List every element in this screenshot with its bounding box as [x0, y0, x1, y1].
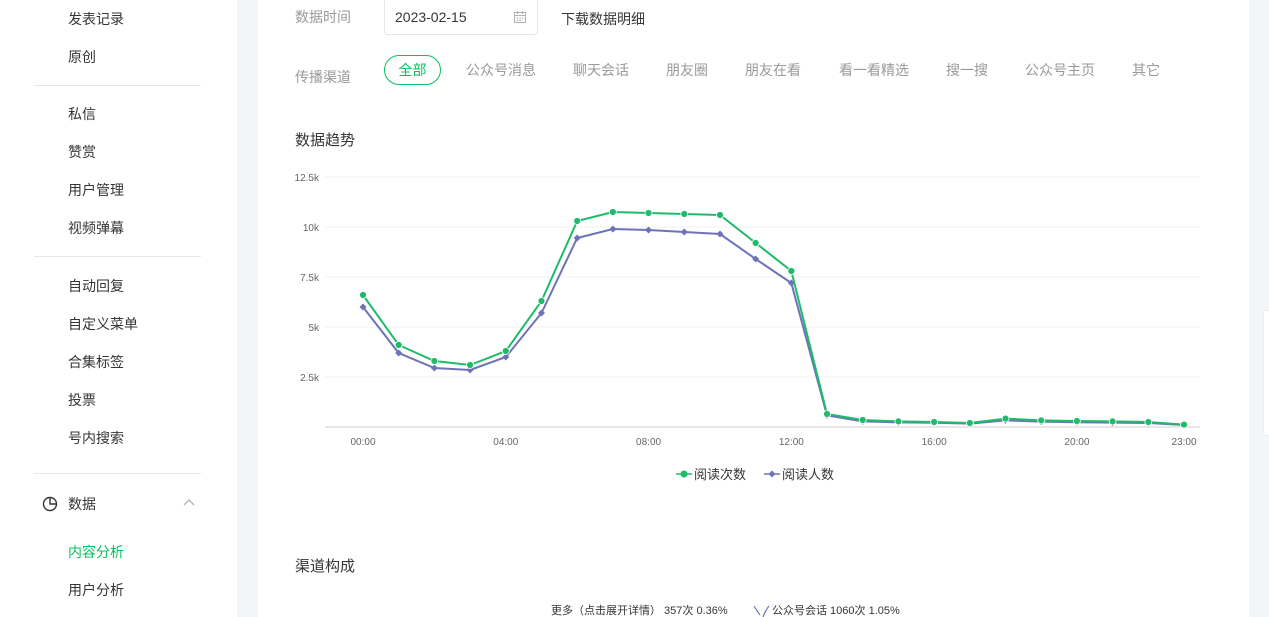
sidebar-divider [34, 256, 201, 257]
date-picker[interactable]: 2023-02-15 [384, 0, 538, 35]
y-tick-label: 2.5k [300, 373, 320, 384]
data-point-reads [537, 297, 546, 305]
data-point-reads [359, 291, 367, 299]
data-point-reads [430, 357, 439, 365]
data-point-reads [1073, 417, 1081, 425]
channel-chip-other[interactable]: 其它 [1132, 61, 1160, 79]
composition-title: 渠道构成 [295, 558, 356, 575]
sidebar-item-in-account-search[interactable]: 号内搜索 [68, 429, 124, 447]
data-point-reads [466, 361, 474, 369]
data-point-reads [1144, 418, 1153, 426]
pie-chart-icon [42, 496, 58, 512]
sidebar-item-publish-history[interactable]: 发表记录 [68, 10, 124, 28]
legend-marker-readers [764, 470, 781, 477]
sidebar-item-user-management[interactable]: 用户管理 [68, 181, 124, 199]
sidebar-item-content-analysis[interactable]: 内容分析 [68, 543, 124, 561]
channel-chip-all[interactable]: 全部 [384, 55, 441, 85]
legend-item-reads[interactable]: 阅读次数 [676, 464, 746, 483]
right-edge-tab[interactable] [1263, 310, 1269, 436]
data-point-reads [894, 417, 903, 426]
data-point-reads [716, 211, 724, 219]
y-tick-label: 5k [308, 323, 320, 334]
sidebar-item-original[interactable]: 原创 [68, 48, 96, 66]
legend-item-readers[interactable]: 阅读人数 [764, 464, 834, 483]
data-point-reads [1001, 414, 1010, 423]
channel-chip-moments[interactable]: 朋友圈 [666, 61, 708, 79]
sidebar-section-label: 数据 [68, 496, 96, 512]
data-point-readers [430, 364, 438, 372]
sidebar: 发表记录 原创 私信 赞赏 用户管理 视频弹幕 自动回复 自定义菜单 合集标签 … [0, 0, 237, 617]
channel-chip-profile[interactable]: 公众号主页 [1025, 61, 1095, 79]
data-point-reads [680, 210, 689, 218]
data-point-reads [751, 239, 760, 247]
channel-chip-chat[interactable]: 聊天会话 [573, 61, 629, 79]
x-tick-label: 04:00 [493, 437, 518, 448]
channel-label: 传播渠道 [295, 69, 351, 85]
data-point-reads [930, 418, 939, 426]
x-tick-label: 16:00 [922, 437, 947, 448]
pie-label-more[interactable]: 更多（点击展开详情） 357次 0.36% [551, 602, 728, 617]
sidebar-item-messages[interactable]: 私信 [68, 105, 96, 123]
x-tick-label: 08:00 [636, 437, 661, 448]
chevron-up-icon [183, 499, 195, 506]
data-point-reads [573, 217, 582, 225]
sidebar-item-collection-tags[interactable]: 合集标签 [68, 353, 124, 371]
data-point-reads [1108, 417, 1117, 426]
data-point-readers [645, 226, 653, 234]
channel-chip-official-message[interactable]: 公众号消息 [466, 61, 536, 79]
sidebar-divider [34, 473, 201, 474]
download-details-link[interactable]: 下载数据明细 [561, 9, 645, 29]
channel-chip-search[interactable]: 搜一搜 [946, 61, 988, 79]
sidebar-section-data[interactable]: 数据 [42, 493, 202, 515]
sidebar-item-video-danmaku[interactable]: 视频弹幕 [68, 219, 124, 237]
x-tick-label: 00:00 [350, 437, 375, 448]
x-tick-label: 20:00 [1064, 437, 1089, 448]
data-point-reads [608, 208, 617, 216]
data-point-reads [858, 416, 867, 424]
main-panel: 数据时间 2023-02-15 下载数据明细 传播渠道 全部 公众号消息 聊天会… [258, 0, 1249, 617]
trend-chart: 2.5k 5k 7.5k 10k 12.5k 00:00 04:00 08:00 12:00 16… [295, 173, 1200, 448]
data-point-reads [787, 267, 796, 275]
legend-label-readers: 阅读人数 [782, 467, 835, 482]
series-line-reads [362, 210, 1185, 426]
data-point-reads [394, 341, 403, 349]
data-point-reads [1037, 416, 1046, 425]
data-point-readers [680, 228, 688, 236]
date-value: 2023-02-15 [395, 9, 467, 25]
trend-title: 数据趋势 [295, 132, 356, 149]
sidebar-item-rewards[interactable]: 赞赏 [68, 143, 96, 161]
calendar-icon [514, 11, 526, 23]
x-tick-label: 12:00 [779, 437, 804, 448]
data-point-reads [823, 410, 831, 418]
data-point-reads [501, 347, 510, 355]
sidebar-item-custom-menu[interactable]: 自定义菜单 [68, 315, 138, 333]
legend-label-reads: 阅读次数 [694, 467, 747, 482]
sidebar-item-auto-reply[interactable]: 自动回复 [68, 277, 124, 295]
y-tick-label: 7.5k [300, 273, 320, 284]
date-label: 数据时间 [295, 9, 351, 25]
data-point-readers [573, 234, 581, 242]
sidebar-item-user-analysis[interactable]: 用户分析 [68, 581, 124, 599]
data-point-reads [644, 209, 653, 217]
y-tick-label: 10k [303, 223, 320, 234]
chart-legend: 阅读次数 阅读人数 [676, 464, 834, 483]
x-tick-label: 23:00 [1171, 437, 1196, 448]
channel-chip-friends-watching[interactable]: 朋友在看 [745, 61, 801, 79]
y-tick-label: 12.5k [295, 173, 320, 184]
pie-label-official-chat[interactable]: 公众号会话 1060次 1.05% [772, 602, 900, 617]
pie-chart-edge [753, 605, 770, 617]
legend-marker-reads [676, 470, 692, 477]
data-point-reads [1180, 420, 1188, 429]
sidebar-item-vote[interactable]: 投票 [68, 391, 96, 409]
sidebar-divider [34, 85, 201, 86]
data-point-reads [965, 419, 974, 427]
channel-chip-top-stories[interactable]: 看一看精选 [839, 61, 909, 79]
